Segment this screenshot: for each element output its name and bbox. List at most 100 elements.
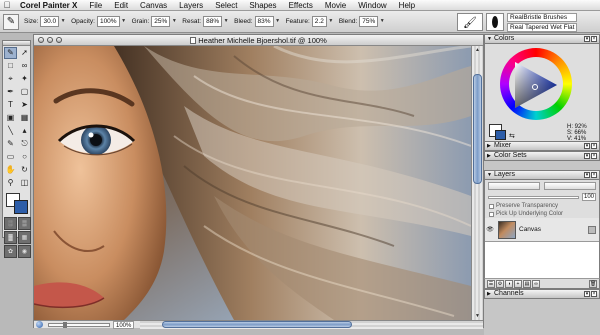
- brush-selector[interactable]: 🖌 RealBristle Brushes Real Tapered Wet F…: [457, 12, 600, 32]
- menu-shapes[interactable]: Shapes: [243, 0, 282, 11]
- menu-select[interactable]: Select: [209, 0, 243, 11]
- additional-color-chip[interactable]: [14, 200, 28, 214]
- panel-close-icon[interactable]: ×: [591, 291, 597, 297]
- panel-menu-icon[interactable]: ▾: [584, 36, 590, 42]
- pattern-selector-icon[interactable]: ▒: [18, 217, 31, 230]
- rubber-stamp-icon[interactable]: ⎋: [18, 138, 31, 150]
- menu-edit[interactable]: Edit: [108, 0, 134, 11]
- mixer-panel-header[interactable]: ▶ Mixer ▾ ×: [484, 141, 600, 151]
- magnifier-icon[interactable]: ⚲: [4, 177, 17, 189]
- saturation-value-triangle[interactable]: [511, 60, 561, 110]
- divine-proportion-icon[interactable]: ▣: [4, 112, 17, 124]
- zoom-level[interactable]: 100%: [113, 320, 135, 329]
- blend-slider-arrow-icon[interactable]: ▼: [379, 16, 385, 27]
- channels-panel-header[interactable]: ▶ Channels ▾ ×: [484, 289, 600, 299]
- pen-icon[interactable]: ✒: [4, 86, 17, 98]
- layer-mask-icon[interactable]: ◑: [505, 279, 513, 288]
- menu-movie[interactable]: Movie: [319, 0, 352, 11]
- brush-category-name[interactable]: RealBristle Brushes: [507, 12, 578, 22]
- panel-menu-icon[interactable]: ▾: [584, 153, 590, 159]
- additional-color-swatch[interactable]: [495, 130, 506, 140]
- grain-field[interactable]: 25%: [151, 16, 171, 27]
- feature-field[interactable]: 2.2: [311, 16, 327, 27]
- cloner-icon[interactable]: ✎: [4, 138, 17, 150]
- link-icon[interactable]: ∞: [532, 279, 540, 288]
- gradient-selector-icon[interactable]: ▓: [4, 231, 17, 244]
- text-icon[interactable]: T: [4, 99, 17, 111]
- composite-depth-select[interactable]: [544, 182, 596, 190]
- panel-menu-icon[interactable]: ▾: [584, 291, 590, 297]
- expand-triangle-icon[interactable]: ▶: [487, 152, 491, 160]
- menu-canvas[interactable]: Canvas: [134, 0, 173, 11]
- color-sets-panel-header[interactable]: ▶ Color Sets ▾ ×: [484, 151, 600, 161]
- nozzle-selector-icon[interactable]: ✿: [4, 245, 17, 258]
- dropper-icon[interactable]: ╲: [4, 125, 17, 137]
- canvas-view[interactable]: [34, 46, 471, 320]
- bleed-slider-arrow-icon[interactable]: ▼: [275, 16, 281, 27]
- opacity-field[interactable]: 100%: [96, 16, 120, 27]
- portrait-painting[interactable]: [34, 46, 471, 320]
- shape-selection-icon[interactable]: ➤: [18, 99, 31, 111]
- menu-help[interactable]: Help: [393, 0, 421, 11]
- collapse-triangle-icon[interactable]: ▼: [487, 171, 492, 179]
- size-slider-arrow-icon[interactable]: ▼: [60, 16, 66, 27]
- weaving-selector-icon[interactable]: ▦: [18, 231, 31, 244]
- layer-row-canvas[interactable]: 👁 Canvas: [485, 218, 599, 242]
- preserve-transparency-checkbox[interactable]: [489, 203, 494, 209]
- resat-slider-arrow-icon[interactable]: ▼: [223, 16, 229, 27]
- brush-tool-icon[interactable]: ✎: [3, 13, 19, 30]
- crop-icon[interactable]: ⌖: [4, 73, 17, 85]
- panel-close-icon[interactable]: ×: [591, 153, 597, 159]
- menu-window[interactable]: Window: [352, 0, 392, 11]
- layer-adjuster-icon[interactable]: ➚: [18, 47, 31, 59]
- menu-file[interactable]: File: [83, 0, 108, 11]
- horizontal-scroll-thumb[interactable]: [162, 320, 353, 328]
- panel-menu-icon[interactable]: ▾: [584, 143, 590, 149]
- brush-dab-icon[interactable]: [486, 13, 504, 31]
- eraser-icon[interactable]: ▭: [4, 151, 17, 163]
- pick-up-underlying-checkbox[interactable]: [489, 211, 494, 217]
- panel-close-icon[interactable]: ×: [591, 36, 597, 42]
- expand-triangle-icon[interactable]: ▶: [487, 142, 491, 150]
- lasso-icon[interactable]: ∞: [18, 60, 31, 72]
- layer-opacity-slider[interactable]: [488, 195, 579, 199]
- document-title-bar[interactable]: Heather Michelle Bjoershol.tif @ 100%: [34, 35, 483, 46]
- colors-panel-header[interactable]: ▼ Colors ▾ ×: [484, 34, 600, 44]
- brush-variant-name[interactable]: Real Tapered Wet Flat: [507, 22, 578, 32]
- scroll-up-arrow-icon[interactable]: ▲: [473, 46, 482, 54]
- mirror-icon[interactable]: ◫: [18, 177, 31, 189]
- lock-icon[interactable]: [588, 226, 596, 234]
- feature-slider-arrow-icon[interactable]: ▼: [328, 16, 334, 27]
- opacity-slider-arrow-icon[interactable]: ▼: [121, 16, 127, 27]
- panel-menu-icon[interactable]: ▾: [584, 172, 590, 178]
- grain-slider-arrow-icon[interactable]: ▼: [171, 16, 177, 27]
- bleed-field[interactable]: 83%: [254, 16, 274, 27]
- look-selector-icon[interactable]: ◉: [18, 245, 31, 258]
- navigator-globe-icon[interactable]: [36, 321, 43, 328]
- menu-layers[interactable]: Layers: [173, 0, 209, 11]
- zoom-slider[interactable]: [48, 321, 110, 328]
- menu-app[interactable]: Corel Painter X: [14, 0, 83, 11]
- horizontal-scrollbar[interactable]: [140, 320, 483, 329]
- scroll-down-arrow-icon[interactable]: ▼: [473, 312, 482, 320]
- brush-category-icon[interactable]: 🖌: [457, 13, 483, 31]
- layers-panel-header[interactable]: ▼ Layers ▾ ×: [484, 170, 600, 180]
- blend-field[interactable]: 75%: [359, 16, 379, 27]
- paper-selector-icon[interactable]: ░: [4, 217, 17, 230]
- rotate-page-icon[interactable]: ↻: [18, 164, 31, 176]
- menu-effects[interactable]: Effects: [283, 0, 319, 11]
- dynamic-plugins-icon[interactable]: ⚙: [496, 279, 504, 288]
- layer-opacity-field[interactable]: 100: [581, 193, 596, 201]
- panel-close-icon[interactable]: ×: [591, 143, 597, 149]
- vertical-scroll-thumb[interactable]: [473, 74, 482, 184]
- layer-commands-icon[interactable]: ☰: [487, 279, 495, 288]
- panel-close-icon[interactable]: ×: [591, 172, 597, 178]
- new-layer-icon[interactable]: +: [514, 279, 522, 288]
- resat-field[interactable]: 88%: [203, 16, 223, 27]
- perspective-grid-icon[interactable]: ▦: [18, 112, 31, 124]
- pick-up-underlying-option[interactable]: Pick Up Underlying Color: [484, 210, 600, 218]
- apple-menu-icon[interactable]: : [0, 0, 14, 11]
- composite-method-select[interactable]: [488, 182, 540, 190]
- burn-icon[interactable]: ○: [18, 151, 31, 163]
- preserve-transparency-option[interactable]: Preserve Transparency: [484, 202, 600, 210]
